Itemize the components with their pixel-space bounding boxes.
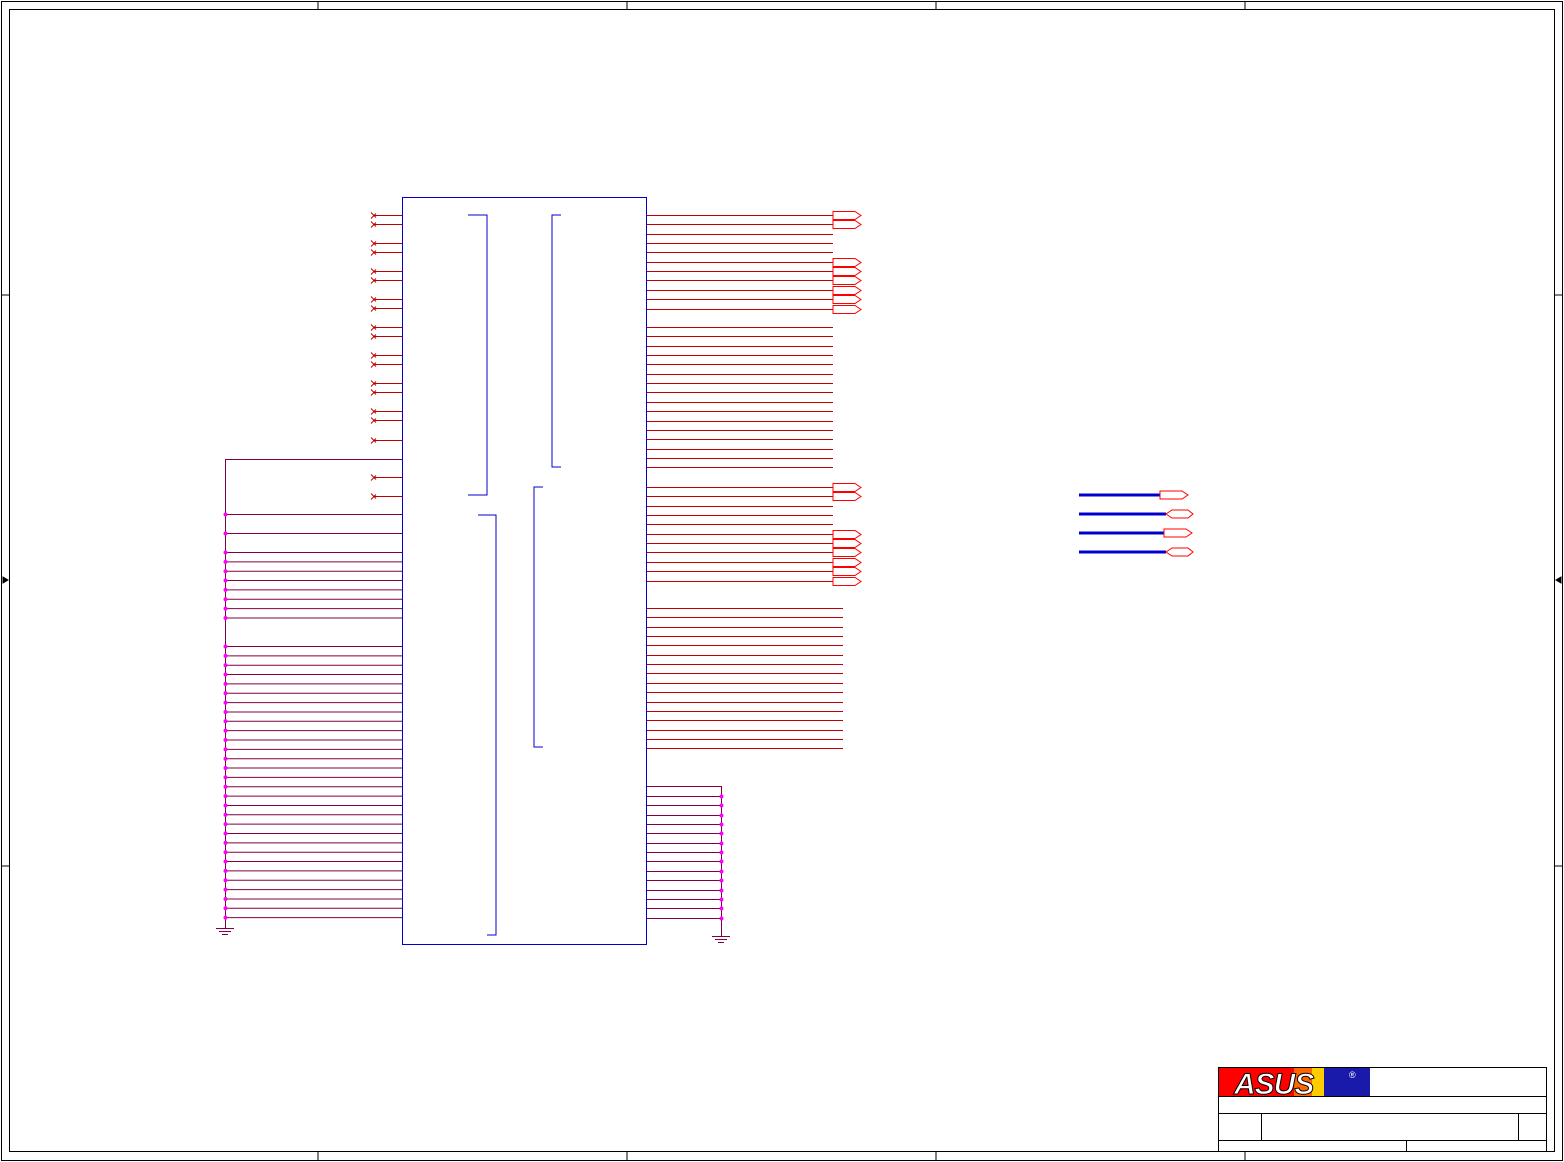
junction-dot-icon bbox=[223, 896, 228, 901]
off-page-connector-icon bbox=[832, 267, 862, 276]
bus-signal-group bbox=[1079, 490, 1194, 557]
junction-dot-icon bbox=[223, 691, 228, 696]
junction-dot-icon bbox=[223, 569, 228, 574]
junction-dot-icon bbox=[719, 831, 724, 836]
junction-dot-icon bbox=[223, 587, 228, 592]
junction-dot-icon bbox=[223, 822, 228, 827]
junction-dot-icon bbox=[223, 512, 228, 517]
off-page-connector-icon bbox=[1165, 547, 1194, 557]
right-ground-pins bbox=[647, 786, 724, 936]
junction-dot-icon bbox=[719, 878, 724, 883]
junction-dot-icon bbox=[223, 681, 228, 686]
left-ground-pins bbox=[223, 459, 402, 928]
junction-dot-icon bbox=[223, 728, 228, 733]
junction-dot-icon bbox=[719, 794, 724, 799]
off-page-connector-icon bbox=[832, 558, 862, 567]
junction-dot-icon bbox=[223, 719, 228, 724]
junction-dot-icon bbox=[223, 597, 228, 602]
junction-dot-icon bbox=[719, 869, 724, 874]
off-page-connector-icon bbox=[1163, 528, 1193, 538]
junction-dot-icon bbox=[223, 850, 228, 855]
junction-dot-icon bbox=[223, 906, 228, 911]
off-page-connector-icon bbox=[832, 492, 862, 501]
junction-dot-icon bbox=[719, 888, 724, 893]
junction-dot-icon bbox=[719, 822, 724, 827]
junction-dot-icon bbox=[719, 841, 724, 846]
off-page-connector-icon bbox=[832, 539, 862, 548]
registered-mark: ® bbox=[1349, 1070, 1356, 1080]
frame-arrow-icon bbox=[1555, 576, 1562, 584]
off-page-connector-icon bbox=[832, 305, 862, 314]
junction-dot-icon bbox=[223, 709, 228, 714]
junction-dot-icon bbox=[223, 831, 228, 836]
junction-dot-icon bbox=[223, 756, 228, 761]
junction-dot-icon bbox=[223, 550, 228, 555]
junction-dot-icon bbox=[223, 887, 228, 892]
junction-dot-icon bbox=[223, 859, 228, 864]
off-page-connector-icon bbox=[832, 295, 862, 304]
off-page-connector-icon bbox=[832, 276, 862, 285]
junction-dot-icon bbox=[223, 840, 228, 845]
junction-dot-icon bbox=[719, 850, 724, 855]
off-page-connector-icon bbox=[832, 530, 862, 539]
junction-dot-icon bbox=[719, 916, 724, 921]
junction-dot-icon bbox=[223, 644, 228, 649]
off-page-connector-icon bbox=[1165, 509, 1194, 519]
ground-symbol-icon bbox=[712, 936, 730, 943]
off-page-connector-icon bbox=[832, 548, 862, 557]
connector-chip-body bbox=[402, 197, 647, 945]
junction-dot-icon bbox=[223, 606, 228, 611]
left-no-connect-pins bbox=[370, 212, 402, 500]
ground-symbol-icon bbox=[216, 928, 234, 935]
junction-dot-icon bbox=[223, 747, 228, 752]
junction-dot-icon bbox=[223, 766, 228, 771]
off-page-connector-icon bbox=[832, 211, 862, 220]
junction-dot-icon bbox=[223, 559, 228, 564]
junction-dot-icon bbox=[719, 813, 724, 818]
off-page-connector-icon bbox=[832, 577, 862, 586]
off-page-connector-icon bbox=[832, 483, 862, 492]
off-page-connector-icon bbox=[832, 258, 862, 267]
schematic-sheet: ASUS ® bbox=[1, 1, 1563, 1161]
junction-dot-icon bbox=[223, 531, 228, 536]
junction-dot-icon bbox=[223, 878, 228, 883]
asus-logo-text: ASUS bbox=[1233, 1068, 1314, 1101]
off-page-connector-icon bbox=[832, 220, 862, 229]
junction-dot-icon bbox=[223, 700, 228, 705]
junction-dot-icon bbox=[223, 738, 228, 742]
junction-dot-icon bbox=[223, 653, 228, 658]
junction-dot-icon bbox=[223, 812, 228, 817]
junction-dot-icon bbox=[223, 663, 228, 668]
junction-dot-icon bbox=[719, 803, 724, 808]
junction-dot-icon bbox=[223, 672, 228, 677]
junction-dot-icon bbox=[223, 775, 228, 780]
junction-dot-icon bbox=[719, 906, 724, 911]
junction-dot-icon bbox=[223, 803, 228, 808]
frame-arrow-icon bbox=[2, 576, 9, 584]
junction-dot-icon bbox=[223, 578, 228, 583]
junction-dot-icon bbox=[719, 897, 724, 902]
right-signal-pins bbox=[647, 211, 862, 749]
off-page-connector-icon bbox=[1159, 490, 1189, 500]
chip-pin-group-brackets bbox=[468, 214, 561, 936]
junction-dot-icon bbox=[223, 915, 228, 920]
junction-dot-icon bbox=[223, 615, 228, 620]
junction-dot-icon bbox=[223, 794, 228, 799]
off-page-connector-icon bbox=[832, 567, 862, 576]
junction-dot-icon bbox=[223, 784, 228, 789]
off-page-connector-icon bbox=[832, 286, 862, 295]
junction-dot-icon bbox=[719, 859, 724, 864]
junction-dot-icon bbox=[223, 868, 228, 873]
